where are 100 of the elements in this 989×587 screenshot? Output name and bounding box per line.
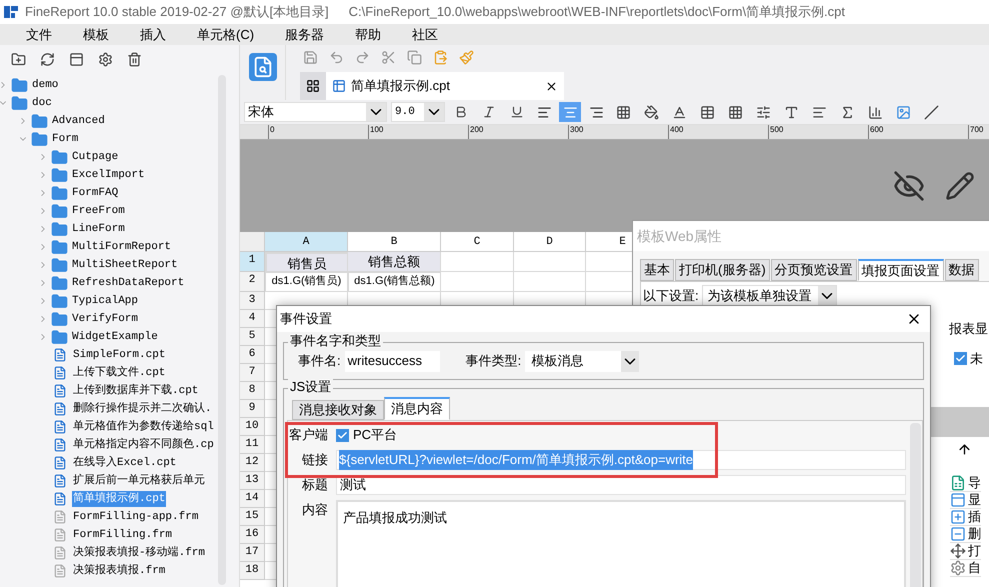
row-header[interactable]: 15 [240, 508, 265, 526]
checkbox-label: PC平台 [353, 426, 398, 444]
table-cell[interactable]: 销售员 [265, 252, 348, 272]
preview-icon[interactable] [248, 53, 276, 81]
menu-item[interactable]: 文件 [24, 24, 54, 44]
tree-item[interactable]: FormFilling.frm [72, 526, 174, 544]
type-select[interactable]: 模板消息 [525, 350, 640, 372]
tab[interactable]: 分页预览设置 [770, 259, 857, 281]
tree-item[interactable]: demo [31, 76, 60, 94]
row-header[interactable]: 11 [240, 436, 265, 454]
tree-item[interactable]: 决策报表填报.frm [72, 562, 166, 580]
row-header[interactable]: 5 [240, 328, 265, 346]
list-item[interactable]: 删 [968, 524, 981, 544]
tree-item[interactable]: 上传下载文件.cpt [72, 364, 166, 382]
list-item[interactable]: 打 [968, 541, 981, 561]
tree-item[interactable]: MultiFormReport [71, 238, 172, 256]
tree-item[interactable]: SimpleForm.cpt [72, 346, 166, 364]
tree-item[interactable]: FormFilling-app.frm [72, 508, 200, 526]
table-cell[interactable]: ds1.G(销售总额) [348, 272, 441, 292]
empty-cell[interactable] [441, 272, 514, 292]
tree-item[interactable]: Form [51, 130, 80, 148]
list-item[interactable]: 自 [968, 558, 981, 578]
row-header[interactable]: 3 [240, 292, 265, 310]
row-header[interactable]: 13 [240, 472, 265, 490]
tree-item[interactable]: 单元格指定内容不同颜色.cp [72, 436, 215, 454]
row-header[interactable]: 12 [240, 454, 265, 472]
menu-item[interactable]: 帮助 [353, 24, 384, 44]
tree-item[interactable]: 单元格值作为参数传递给sql [72, 418, 215, 436]
list-item[interactable]: 插 [968, 507, 981, 527]
tree-item[interactable]: Advanced [51, 112, 106, 130]
new-sheet-icon[interactable] [300, 72, 326, 100]
font-size-select[interactable]: 9.0 [391, 102, 445, 122]
checkbox[interactable] [954, 352, 967, 366]
tree-item[interactable]: WidgetExample [71, 328, 159, 346]
ruler-label: 0 [268, 125, 368, 139]
menu-item[interactable]: 服务器 [283, 24, 326, 44]
column-header[interactable]: A [265, 232, 348, 252]
tab[interactable]: 消息内容 [384, 397, 450, 420]
folder-icon [51, 184, 68, 202]
font-select[interactable]: 宋体 [244, 102, 387, 122]
list-item[interactable]: 导 [968, 473, 981, 493]
tab[interactable]: 打印机(服务器) [675, 259, 770, 281]
tree-item[interactable]: 决策报表填报-移动端.frm [72, 544, 206, 562]
tab[interactable]: 填报页面设置 [858, 259, 944, 281]
column-header[interactable]: D [514, 232, 586, 252]
column-header[interactable]: B [348, 232, 441, 252]
document-tab[interactable]: 简单填报示例.cpt [326, 72, 564, 100]
folder-icon [51, 256, 68, 274]
row-header[interactable]: 8 [240, 382, 265, 400]
row-header[interactable]: 18 [240, 562, 265, 580]
tree-item[interactable]: VerifyForm [71, 310, 140, 328]
menu-item[interactable]: 模板 [81, 24, 111, 44]
tree-item[interactable]: LineForm [71, 220, 126, 238]
input-field[interactable]: writesuccess [344, 350, 440, 372]
row-header[interactable]: 9 [240, 400, 265, 418]
tree-item[interactable]: FreeFrom [71, 202, 126, 220]
tree-item[interactable]: 上传到数据库并下载.cpt [72, 382, 200, 400]
row-header[interactable]: 4 [240, 310, 265, 328]
row-header[interactable]: 14 [240, 490, 265, 508]
tab[interactable]: 基本 [640, 259, 674, 281]
tree-item[interactable]: RefreshDataReport [71, 274, 186, 292]
tree-item[interactable]: Cutpage [71, 148, 120, 166]
ruler-label: 600 [868, 125, 968, 139]
row-header[interactable]: 17 [240, 544, 265, 562]
menu-item[interactable]: 单元格(C) [195, 24, 256, 44]
tab[interactable]: 数据 [944, 259, 979, 281]
tree-item[interactable]: ExcelImport [71, 166, 146, 184]
eye-off-icon[interactable] [893, 170, 925, 202]
tree-item[interactable]: TypicalApp [71, 292, 140, 310]
empty-cell[interactable] [514, 272, 586, 292]
tree-item[interactable]: 删除行操作提示并二次确认. [72, 400, 213, 418]
table-cell[interactable]: ds1.G(销售员) [265, 272, 348, 292]
row-header[interactable]: 10 [240, 418, 265, 436]
tree-item[interactable]: MultiSheetReport [71, 256, 179, 274]
folder-icon [51, 220, 68, 238]
empty-cell[interactable] [514, 252, 586, 272]
setting-select[interactable]: 为该模板单独设置 [702, 285, 837, 307]
table-cell[interactable]: 销售总额 [348, 252, 441, 272]
menu-item[interactable]: 社区 [410, 24, 440, 44]
tree-item[interactable]: doc [31, 94, 53, 112]
tree-item[interactable]: FormFAQ [71, 184, 120, 202]
row-header[interactable]: 16 [240, 526, 265, 544]
row-header[interactable]: 6 [240, 346, 265, 364]
list-item[interactable]: 显 [968, 490, 981, 510]
close-icon[interactable] [545, 80, 558, 92]
checkbox[interactable] [336, 428, 349, 442]
window-title: FineReport 10.0 stable 2019-02-27 @默认[本地目录] [25, 3, 329, 22]
row-header[interactable]: 2 [240, 272, 265, 292]
column-header[interactable]: C [441, 232, 514, 252]
input-field[interactable]: 测试 [336, 475, 906, 495]
report-file-icon [53, 366, 67, 380]
tab[interactable]: 消息接收对象 [292, 400, 384, 420]
row-header[interactable]: 1 [240, 252, 265, 272]
pencil-icon[interactable] [945, 171, 975, 201]
text-area[interactable]: 产品填报成功测试 [336, 500, 906, 587]
tree-item[interactable]: 在线导入Excel.cpt [72, 454, 178, 472]
menu-item[interactable]: 插入 [138, 24, 168, 44]
tree-item[interactable]: 扩展后前一单元格获后单元 [72, 472, 206, 490]
row-header[interactable]: 7 [240, 364, 265, 382]
form-file-icon [53, 564, 67, 578]
